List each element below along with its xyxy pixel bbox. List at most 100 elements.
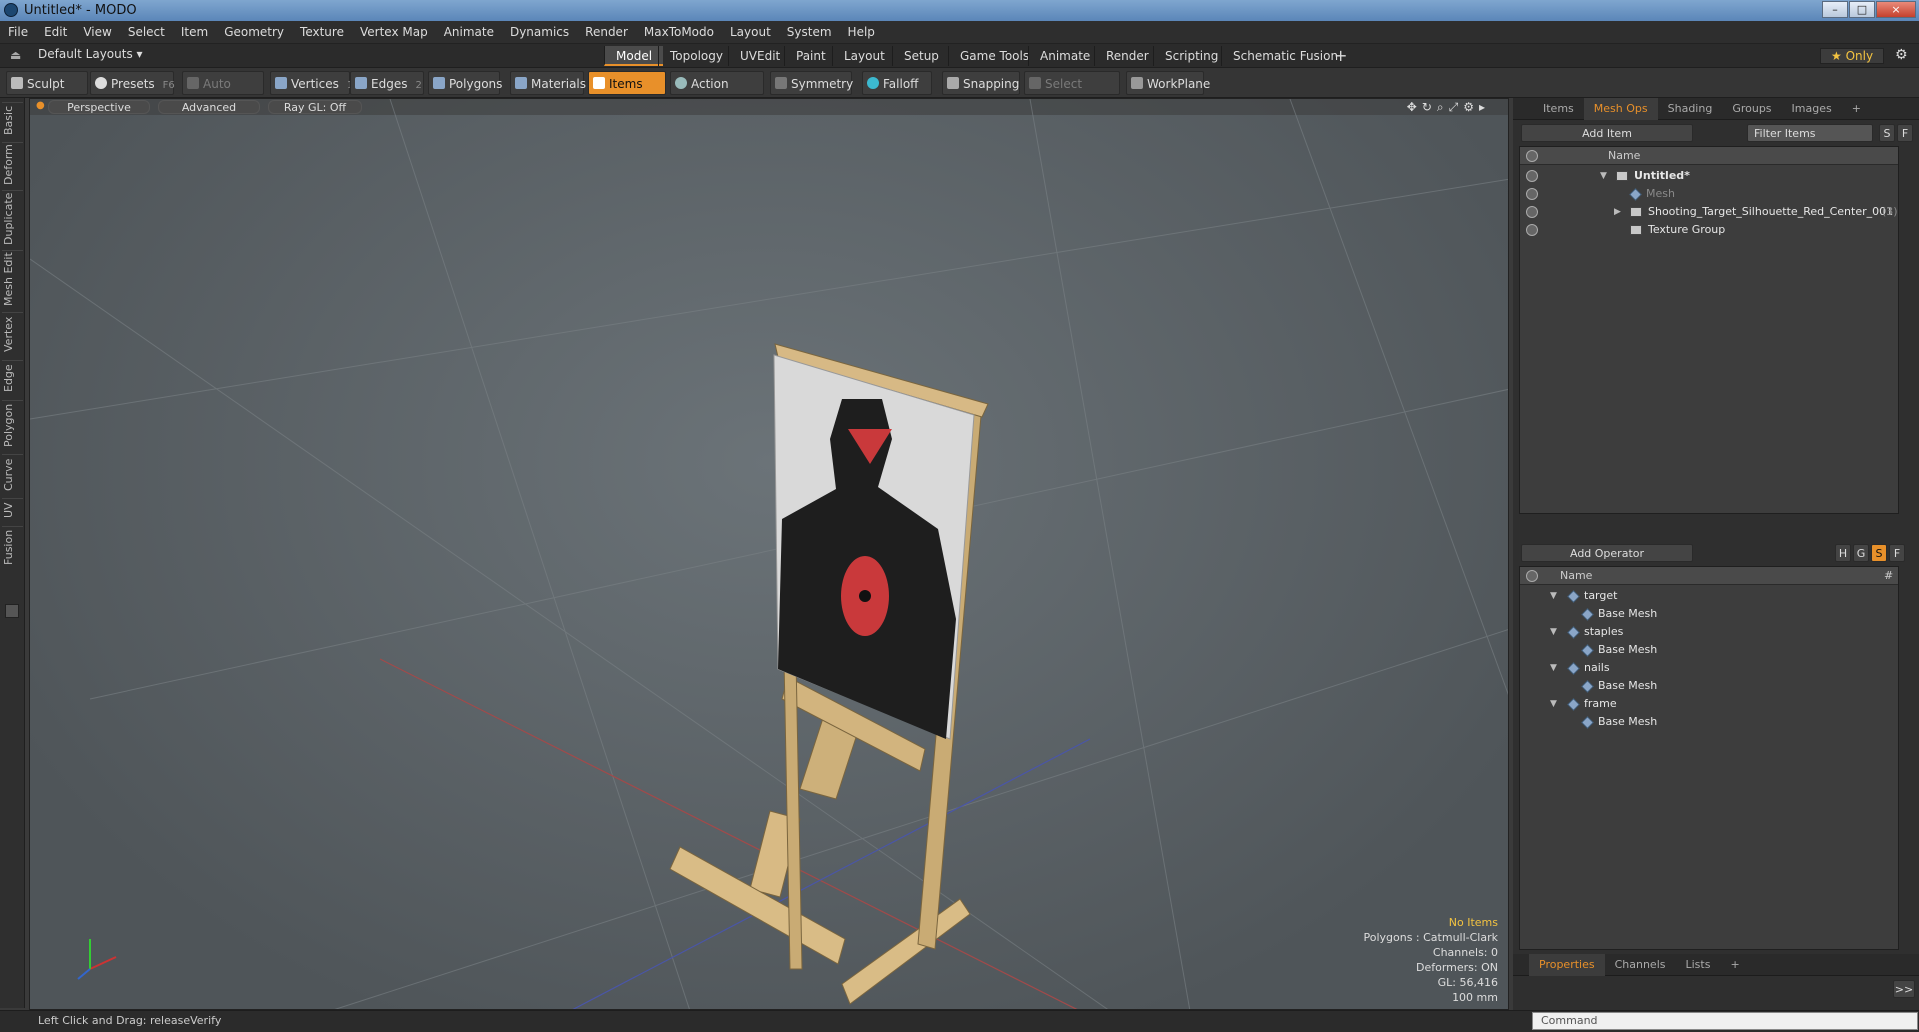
op-row-target-base-mesh[interactable]: Base Mesh [1520, 605, 1898, 623]
tab-scripting[interactable]: Scripting [1153, 46, 1229, 66]
add-props-tab[interactable]: + [1720, 954, 1749, 976]
tab-shading[interactable]: Shading [1658, 98, 1723, 120]
gear-icon[interactable]: ⚙ [1895, 47, 1908, 63]
layout-selector[interactable]: Default Layouts ▾ [38, 47, 143, 61]
menu-item[interactable]: Item [173, 21, 216, 44]
falloff-button[interactable]: Falloff [862, 71, 932, 95]
menu-edit[interactable]: Edit [36, 21, 75, 44]
tab-channels[interactable]: Channels [1605, 954, 1676, 976]
vertices-button[interactable]: Vertices1 [270, 71, 353, 95]
menu-texture[interactable]: Texture [292, 21, 352, 44]
command-input[interactable]: Command [1532, 1012, 1918, 1030]
action-center-button[interactable]: Action Center [670, 71, 764, 115]
tab-edge[interactable]: Edge [2, 360, 23, 396]
symmetry-button[interactable]: Symmetry [770, 71, 853, 95]
menu-file[interactable]: File [0, 21, 36, 44]
menu-system[interactable]: System [779, 21, 840, 44]
op-row-nails[interactable]: ▼ nails [1520, 659, 1898, 677]
tab-vertex[interactable]: Vertex [2, 312, 23, 356]
expand-arrow-icon[interactable]: ▼ [1600, 167, 1607, 185]
tab-render[interactable]: Render [1094, 46, 1160, 66]
op-row-nails-base-mesh[interactable]: Base Mesh [1520, 677, 1898, 695]
tab-basic[interactable]: Basic [2, 102, 23, 138]
menu-select[interactable]: Select [120, 21, 173, 44]
filter-f-button[interactable]: F [1897, 124, 1913, 142]
tab-uv[interactable]: UV [2, 498, 23, 522]
op-row-frame[interactable]: ▼ frame [1520, 695, 1898, 713]
op-row-frame-base-mesh[interactable]: Base Mesh [1520, 713, 1898, 731]
snapping-button[interactable]: Snapping [942, 71, 1020, 95]
tab-mesh-edit[interactable]: Mesh Edit [2, 250, 23, 308]
tab-polygon[interactable]: Polygon [2, 400, 23, 450]
menu-animate[interactable]: Animate [436, 21, 502, 44]
3d-viewport[interactable]: ● Perspective Advanced Ray GL: Off ✥↻⌕⤢⚙… [29, 98, 1509, 1010]
filter-items-input[interactable]: Filter Items [1747, 124, 1873, 142]
menu-maxtomodo[interactable]: MaxToModo [636, 21, 722, 44]
tab-properties[interactable]: Properties [1529, 954, 1605, 976]
minimize-button[interactable]: – [1822, 1, 1848, 18]
presets-button[interactable]: Presets F6 [90, 71, 175, 95]
eye-icon[interactable] [1526, 170, 1538, 182]
tab-fusion[interactable]: Fusion [2, 526, 23, 568]
only-toggle[interactable]: ★ Only [1820, 48, 1885, 64]
op-row-target[interactable]: ▼ target [1520, 587, 1898, 605]
tab-game-tools[interactable]: Game Tools [948, 46, 1040, 66]
eye-icon[interactable] [1526, 224, 1538, 236]
tab-curve[interactable]: Curve [2, 454, 23, 494]
tab-topology[interactable]: Topology [658, 46, 734, 66]
tab-model[interactable]: Model [604, 46, 664, 66]
tab-lists[interactable]: Lists [1676, 954, 1721, 976]
menu-render[interactable]: Render [577, 21, 636, 44]
materials-button[interactable]: Materials [510, 71, 586, 95]
op-row-staples[interactable]: ▼ staples [1520, 623, 1898, 641]
menu-dynamics[interactable]: Dynamics [502, 21, 577, 44]
tab-mesh-ops[interactable]: Mesh Ops [1583, 98, 1658, 120]
items-button[interactable]: Items [588, 71, 666, 95]
op-f-button[interactable]: F [1889, 544, 1905, 562]
operator-name-column: Name [1560, 569, 1593, 582]
tree-row-texture-group[interactable]: Texture Group [1520, 221, 1898, 239]
sculpt-button[interactable]: Sculpt [6, 71, 88, 95]
op-h-button[interactable]: H [1835, 544, 1851, 562]
menu-vertex-map[interactable]: Vertex Map [352, 21, 436, 44]
tab-groups[interactable]: Groups [1722, 98, 1781, 120]
add-panel-tab[interactable]: + [1842, 98, 1871, 120]
maximize-button[interactable]: □ [1849, 1, 1875, 18]
add-operator-button[interactable]: Add Operator [1521, 544, 1693, 562]
expand-icon[interactable] [5, 604, 19, 618]
workplane-button[interactable]: WorkPlane [1126, 71, 1210, 95]
tab-items[interactable]: Items [1533, 98, 1584, 120]
tab-schematic-fusion[interactable]: Schematic Fusion [1221, 46, 1349, 66]
menu-layout[interactable]: Layout [722, 21, 779, 44]
tab-images[interactable]: Images [1782, 98, 1842, 120]
tab-animate[interactable]: Animate [1028, 46, 1101, 66]
polygons-button[interactable]: Polygons [428, 71, 502, 95]
menu-geometry[interactable]: Geometry [216, 21, 292, 44]
add-tab-button[interactable]: + [1334, 46, 1347, 65]
menu-view[interactable]: View [75, 21, 119, 44]
auto-select-button[interactable]: Auto Select [182, 71, 264, 115]
op-g-button[interactable]: G [1853, 544, 1869, 562]
filter-s-button[interactable]: S [1879, 124, 1895, 142]
tab-setup[interactable]: Setup [892, 46, 950, 66]
menu-help[interactable]: Help [840, 21, 883, 44]
op-s-button[interactable]: S [1871, 544, 1887, 562]
eye-icon[interactable] [1526, 188, 1538, 200]
tree-row-mesh[interactable]: Mesh [1520, 185, 1898, 203]
close-button[interactable]: × [1876, 1, 1916, 18]
tab-layout[interactable]: Layout [832, 46, 896, 66]
tree-row-untitled[interactable]: ▼ Untitled* [1520, 167, 1898, 185]
add-item-button[interactable]: Add Item [1521, 124, 1693, 142]
tree-row-shooting-target[interactable]: ▶ Shooting_Target_Silhouette_Red_Center_… [1520, 203, 1898, 221]
tab-uvedit[interactable]: UVEdit [728, 46, 791, 66]
collapse-arrow-icon[interactable]: ▶ [1614, 203, 1621, 221]
tab-deform[interactable]: Deform [2, 142, 23, 186]
tab-duplicate[interactable]: Duplicate [2, 190, 23, 246]
edges-button[interactable]: Edges 2 [350, 71, 424, 95]
tab-paint[interactable]: Paint [784, 46, 837, 66]
properties-more-button[interactable]: >> [1893, 980, 1915, 998]
op-row-staples-base-mesh[interactable]: Base Mesh [1520, 641, 1898, 659]
scene-icon [1616, 171, 1628, 181]
eye-icon[interactable] [1526, 206, 1538, 218]
select-through-button[interactable]: Select Through [1024, 71, 1120, 115]
